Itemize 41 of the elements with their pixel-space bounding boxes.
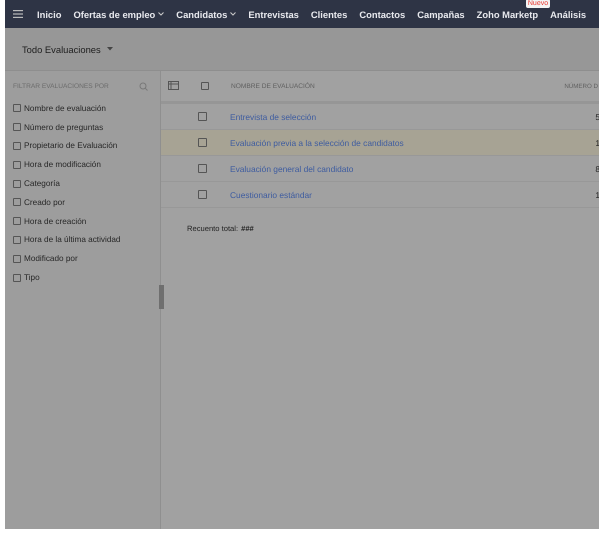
row-checkbox[interactable]	[198, 138, 207, 147]
filter-label: Categoría	[24, 179, 60, 188]
nav-tab[interactable]: Campañas	[411, 8, 471, 20]
filter-checkbox[interactable]	[13, 198, 21, 206]
caret-icon	[230, 12, 236, 16]
filter-label: Hora de modificación	[24, 160, 101, 170]
column-settings-icon[interactable]	[168, 81, 180, 91]
nav-tab[interactable]: Clientes	[304, 8, 354, 20]
filter-checkbox[interactable]	[13, 217, 21, 226]
filter-label: Propietario de Evaluación	[24, 141, 118, 150]
filter-checkbox[interactable]	[13, 254, 21, 263]
filter-label: Creado por	[24, 198, 65, 207]
filter-checkbox[interactable]	[13, 236, 21, 244]
nav-tab[interactable]: Entrevistas	[242, 8, 305, 20]
filter-label: Tipo	[24, 273, 40, 282]
filter-checkbox[interactable]	[13, 123, 21, 132]
nav-tab[interactable]: Análisis	[544, 8, 592, 20]
row-checkbox[interactable]	[198, 190, 207, 199]
row-checkbox[interactable]	[198, 112, 207, 121]
filter-checkbox[interactable]	[13, 104, 21, 112]
view-selector[interactable]: Todo Evaluaciones	[22, 44, 113, 54]
row-checkbox[interactable]	[198, 164, 207, 173]
filter-label: Número de preguntas	[24, 122, 104, 132]
filter-checkbox[interactable]	[13, 180, 21, 188]
resize-handle[interactable]	[159, 285, 164, 309]
caret-icon	[106, 47, 113, 51]
filter-checkbox[interactable]	[13, 274, 21, 282]
nav-tab[interactable]: Candidatos	[170, 8, 242, 20]
menu-icon[interactable]	[13, 10, 23, 18]
nav-tab[interactable]: Ofertas de empleo	[67, 8, 170, 20]
filter-label: Hora de creación	[24, 216, 86, 226]
filter-label: Hora de la última actividad	[24, 235, 120, 244]
filter-checkbox[interactable]	[13, 160, 21, 169]
filter-label: Modificado por	[24, 254, 78, 264]
select-all-checkbox[interactable]	[201, 82, 209, 90]
search-icon[interactable]	[139, 82, 148, 91]
nav-tab[interactable]: Contactos	[353, 8, 412, 20]
filter-checkbox[interactable]	[13, 142, 21, 150]
nav-tab[interactable]: Inicio	[31, 8, 68, 20]
filter-label: Nombre de evaluación	[24, 104, 106, 113]
caret-icon	[158, 12, 164, 16]
